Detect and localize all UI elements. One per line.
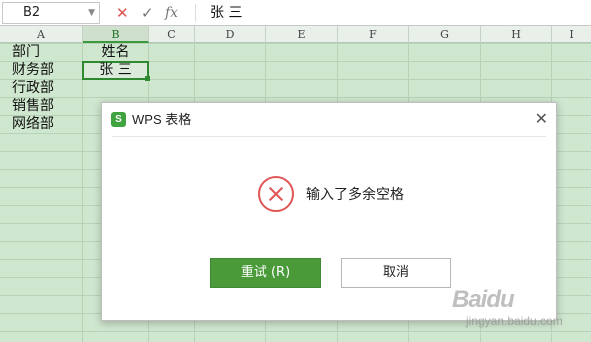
cell-a1[interactable]: 部门 [12,43,40,61]
watermark-brand: Baidu [452,286,515,313]
cell-a5[interactable]: 网络部 [12,115,54,133]
column-header-h[interactable]: H [481,26,552,43]
cell-b2[interactable]: 张 三 [83,61,148,79]
column-header-g[interactable]: G [409,26,481,43]
column-header-c[interactable]: C [149,26,195,43]
insert-function-icon[interactable]: fx [165,3,178,23]
dialog-message: 输入了多余空格 [306,187,404,203]
close-icon[interactable]: ✕ [535,109,548,129]
column-header-e[interactable]: E [266,26,338,43]
cell-b1[interactable]: 姓名 [83,43,148,61]
dialog-title: WPS 表格 [132,112,192,127]
cell-a3[interactable]: 行政部 [12,79,54,97]
cancel-entry-icon[interactable]: ✕ [116,3,129,23]
formula-input[interactable]: 张 三 [210,3,242,23]
chevron-down-icon[interactable]: ▼ [88,3,95,23]
dialog-header: S WPS 表格 ✕ [102,103,556,137]
baidu-watermark: Baidu jingyan.baidu.com [452,286,588,336]
watermark-url: jingyan.baidu.com [466,314,563,328]
cell-a4[interactable]: 销售部 [12,97,54,115]
confirm-entry-icon[interactable]: ✓ [141,3,154,23]
dialog-divider [112,136,546,137]
cell-a2[interactable]: 财务部 [12,61,54,79]
column-header-b[interactable]: B [83,26,149,43]
column-header-i[interactable]: I [552,26,591,43]
name-box[interactable]: B2 ▼ [2,2,100,24]
retry-button[interactable]: 重试 (R) [210,258,321,288]
formula-bar: B2 ▼ ✕ ✓ fx 张 三 [0,0,591,26]
cancel-button[interactable]: 取消 [341,258,451,288]
wps-logo-icon: S [111,112,126,127]
column-header-row: A B C D E F G H I [0,26,591,43]
formula-bar-divider [195,4,196,22]
cell-reference: B2 [23,5,41,20]
column-header-d[interactable]: D [195,26,266,43]
column-header-a[interactable]: A [0,26,83,43]
column-header-f[interactable]: F [338,26,409,43]
error-circle-icon [258,176,294,212]
